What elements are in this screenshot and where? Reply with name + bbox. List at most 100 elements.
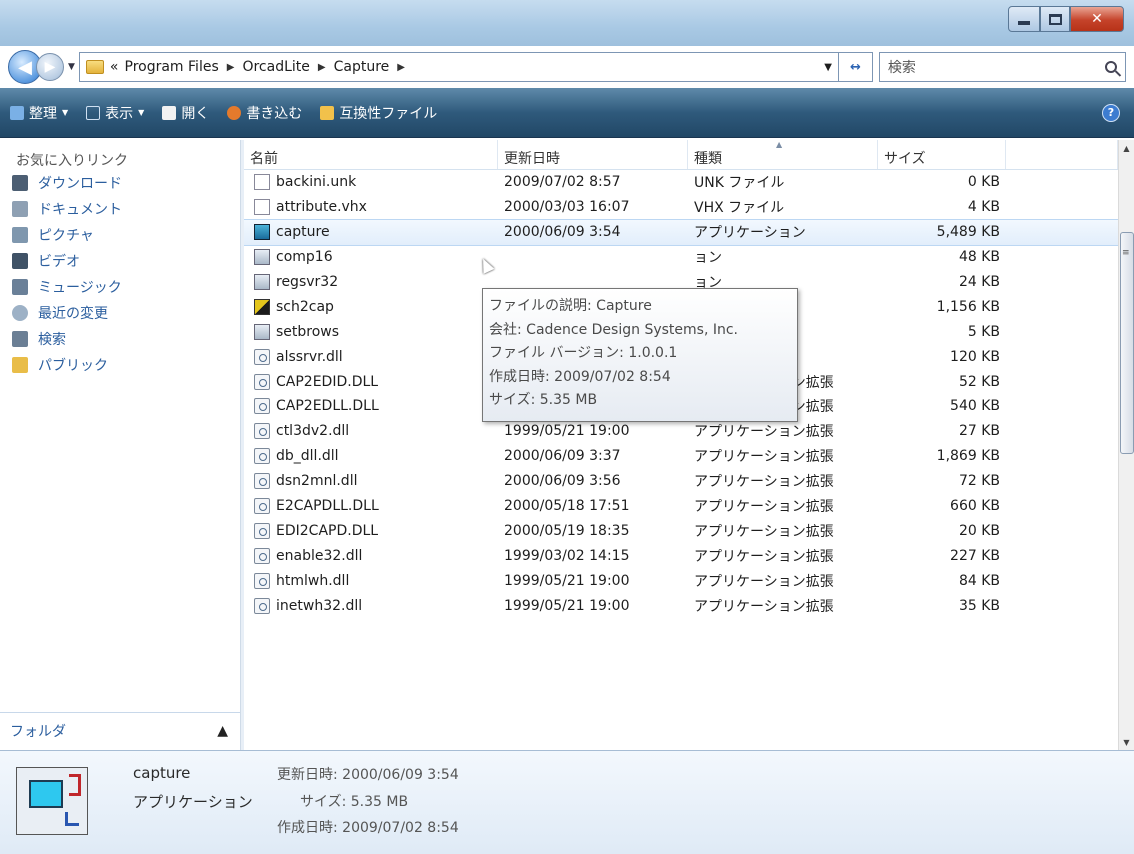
dll-file-icon [254,522,270,539]
scroll-down-icon[interactable]: ▼ [1119,734,1134,750]
file-list: 名前 更新日時 種類 ▲ サイズ backini.unk 2009/07/02 8:… [244,140,1118,750]
folders-toggle[interactable]: フォルダ ▲ [0,712,240,748]
nav-item-label: ピクチャ [38,228,94,244]
nav-item-videos[interactable]: ビデオ [0,248,240,274]
pictures-icon [12,227,28,243]
file-name-cell: db_dll.dll [244,448,498,465]
search-input[interactable]: 検索 [878,52,1126,82]
tooltip-size: サイズ: 5.35 MB [489,392,598,408]
breadcrumb-program-files[interactable]: Program Files [125,59,219,75]
file-name-cell: CAP2EDID.DLL [244,373,498,390]
documents-icon [12,201,28,217]
vertical-scrollbar[interactable]: ▲ ≡ ▼ [1118,140,1134,750]
table-row[interactable]: E2CAPDLL.DLL 2000/05/18 17:51 アプリケーション拡張 66… [244,494,1118,519]
file-modified-cell: 2000/06/09 3:54 [504,224,621,241]
chevron-right-icon[interactable]: ▶ [397,62,405,73]
tooltip-version: ファイル バージョン: 1.0.0.1 [489,345,678,361]
file-size-cell: 660 KB [950,498,1000,515]
file-icon [254,199,270,216]
table-row[interactable]: EDI2CAPD.DLL 2000/05/19 18:35 アプリケーション拡張 20… [244,518,1118,543]
file-size-cell: 1,156 KB [936,298,1000,315]
file-name-cell: htmlwh.dll [244,572,498,589]
file-name-cell: setbrows [244,323,498,340]
file-name: comp16 [276,249,333,266]
file-name: CAP2EDLL.DLL [276,398,379,415]
column-header-size[interactable]: サイズ [878,140,1006,169]
file-name-cell: E2CAPDLL.DLL [244,498,498,515]
compat-files-button[interactable]: 互換性ファイル [320,103,437,123]
column-headers: 名前 更新日時 種類 ▲ サイズ [244,140,1118,170]
forward-button[interactable]: ▶ [36,53,64,81]
nav-item-documents[interactable]: ドキュメント [0,196,240,222]
nav-item-downloads[interactable]: ダウンロード [0,170,240,196]
refresh-button[interactable]: ↔ [838,52,873,82]
search-icon[interactable] [1105,61,1117,73]
file-size-cell: 48 KB [958,249,1000,266]
table-row[interactable]: attribute.vhx 2000/03/03 16:07 VHX ファイル 4 K… [244,195,1118,220]
file-size-cell: 5 KB [967,323,1000,340]
organize-button[interactable]: 整理 ▼ [10,103,68,123]
nav-item-search[interactable]: 検索 [0,326,240,352]
file-modified-cell: 1999/03/02 14:15 [504,547,630,564]
column-header-type[interactable]: 種類 ▲ [688,140,878,169]
file-name: regsvr32 [276,274,339,290]
dll-file-icon [254,597,270,614]
table-row[interactable]: inetwh32.dll 1999/05/21 19:00 アプリケーション拡張 35… [244,593,1118,618]
file-modified-cell: 2000/06/09 3:56 [504,473,621,490]
nav-item-pictures[interactable]: ピクチャ [0,222,240,248]
burn-button[interactable]: 書き込む [227,103,302,123]
file-size-cell: 27 KB [958,423,1000,440]
file-name: enable32.dll [276,547,363,564]
history-dropdown-icon[interactable]: ▼ [68,62,75,72]
close-button[interactable]: ✕ [1070,6,1124,32]
file-type-cell: UNK ファイル [694,175,785,192]
file-name-cell: attribute.vhx [244,199,498,216]
details-file-name: capture [133,764,191,782]
table-row[interactable]: db_dll.dll 2000/06/09 3:37 アプリケーション拡張 1,869… [244,444,1118,469]
file-name: dsn2mnl.dll [276,473,358,490]
table-row[interactable]: htmlwh.dll 1999/05/21 19:00 アプリケーション拡張 84 K… [244,568,1118,593]
breadcrumb-overflow[interactable]: « [110,59,119,75]
column-header-modified[interactable]: 更新日時 [498,140,688,169]
address-dropdown-icon[interactable]: ▼ [824,62,832,73]
table-row[interactable]: ctl3dv2.dll 1999/05/21 19:00 アプリケーション拡張 27 … [244,419,1118,444]
views-button[interactable]: 表示 ▼ [86,103,144,123]
file-modified-cell: 2000/05/18 17:51 [504,498,630,515]
file-type-cell: アプリケーション拡張 [694,424,834,441]
open-button[interactable]: 開く [162,103,209,123]
table-row[interactable]: comp16 ョン 48 KB [244,245,1118,270]
file-type-cell: VHX ファイル [694,200,785,217]
scroll-up-icon[interactable]: ▲ [1119,140,1134,156]
file-name: db_dll.dll [276,448,339,465]
breadcrumb-capture[interactable]: Capture [334,59,390,75]
nav-item-recent[interactable]: 最近の変更 [0,300,240,326]
file-modified-cell: 2000/06/09 3:37 [504,448,621,465]
table-row[interactable]: dsn2mnl.dll 2000/06/09 3:56 アプリケーション拡張 72 K… [244,469,1118,494]
file-name: alssrvr.dll [276,348,343,365]
file-type-cell: アプリケーション拡張 [694,598,834,615]
chevron-right-icon[interactable]: ▶ [318,62,326,73]
file-name-cell: capture [244,224,498,241]
nav-item-public[interactable]: パブリック [0,352,240,378]
help-icon[interactable]: ? [1102,103,1120,122]
command-bar: 整理 ▼ 表示 ▼ 開く 書き込む 互換性ファイル ? [0,88,1134,138]
scroll-thumb[interactable] [1120,232,1134,454]
table-row[interactable]: backini.unk 2009/07/02 8:57 UNK ファイル 0 KB [244,170,1118,195]
table-row[interactable]: enable32.dll 1999/03/02 14:15 アプリケーション拡張 22… [244,543,1118,568]
column-header-name[interactable]: 名前 [244,140,498,169]
application-icon [254,224,270,241]
open-icon [162,105,177,120]
file-name-cell: comp16 [244,249,498,266]
address-bar[interactable]: « Program Files ▶ OrcadLite ▶ Capture ▶ … [78,52,839,82]
tooltip-company: 会社: Cadence Design Systems, Inc. [489,321,738,338]
minimize-button[interactable] [1008,6,1040,32]
minimize-icon [1018,21,1030,25]
table-row[interactable]: capture 2000/06/09 3:54 アプリケーション 5,489 KB [244,218,1118,246]
views-icon [86,105,101,120]
column-header-type-label: 種類 [694,151,722,167]
chevron-down-icon: ▼ [138,108,145,117]
maximize-button[interactable] [1040,6,1070,32]
chevron-right-icon[interactable]: ▶ [227,62,235,73]
nav-item-music[interactable]: ミュージック [0,274,240,300]
breadcrumb-orcadlite[interactable]: OrcadLite [242,59,309,75]
